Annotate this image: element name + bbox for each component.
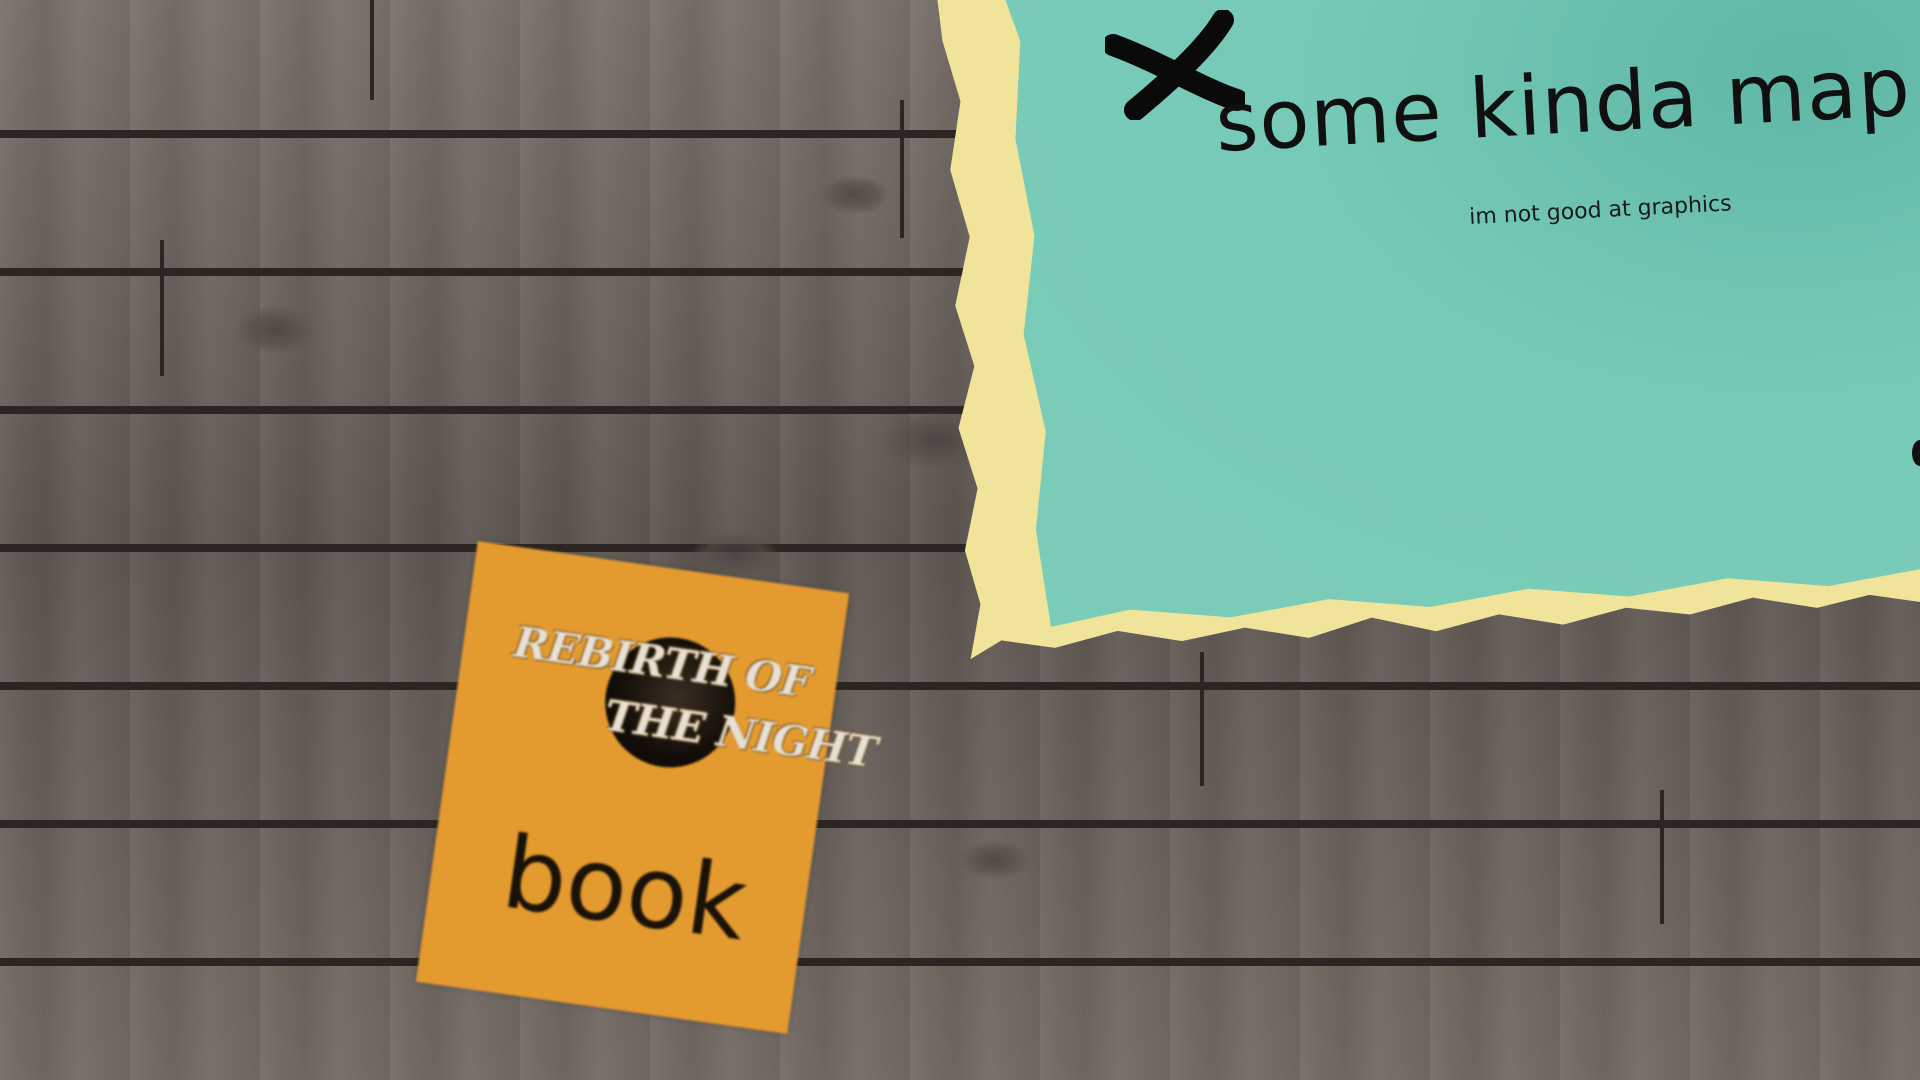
book-logo: REBIRTH OF THE NIGHT [511,613,879,777]
book-label: book [495,813,754,964]
wood-knot [235,305,315,355]
plank-seam [1660,790,1664,924]
wood-knot [820,175,890,215]
wood-knot [960,840,1030,880]
plank-seam [160,240,164,376]
book-cover: REBIRTH OF THE NIGHT book [415,541,879,1034]
plank-seam [370,0,374,100]
plank-seam [1200,652,1204,786]
plank-seam [900,100,904,238]
